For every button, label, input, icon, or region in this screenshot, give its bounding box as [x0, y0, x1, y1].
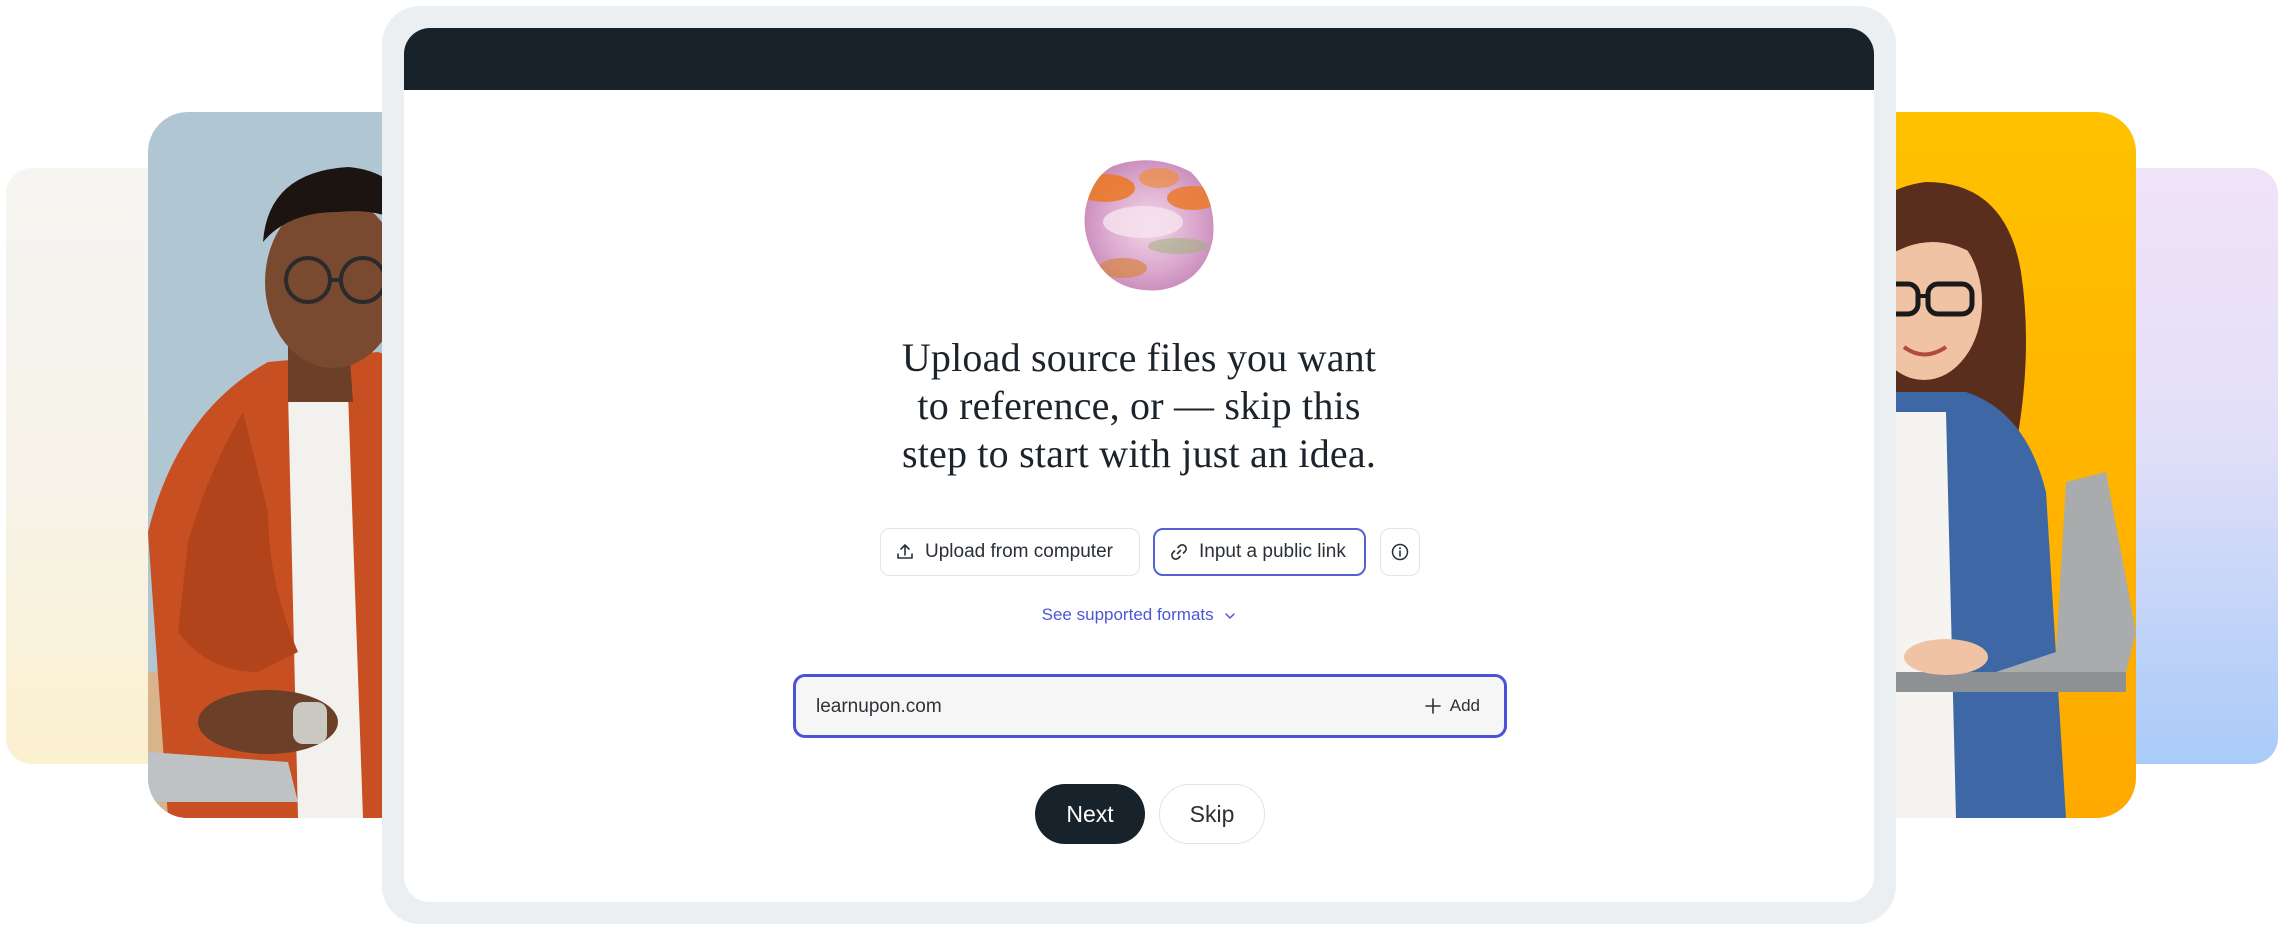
chevron-down-icon	[1225, 612, 1236, 619]
add-button-label: Add	[1449, 696, 1480, 715]
info-icon	[1391, 543, 1409, 561]
info-button[interactable]	[1380, 528, 1420, 576]
link-button-label: Input a public link	[1199, 541, 1346, 562]
see-supported-formats-link[interactable]: See supported formats	[1014, 605, 1264, 625]
add-link-button[interactable]: Add	[1424, 692, 1480, 720]
plus-icon	[1424, 698, 1441, 714]
page-headline: Upload source files you want to referenc…	[839, 334, 1439, 478]
upload-from-computer-button[interactable]: Upload from computer	[880, 528, 1140, 576]
public-link-input[interactable]	[814, 677, 1378, 737]
upload-button-label: Upload from computer	[925, 541, 1113, 562]
input-public-link-button[interactable]: Input a public link	[1153, 528, 1366, 576]
app-top-bar	[404, 28, 1874, 90]
link-icon	[1171, 544, 1187, 560]
public-link-field: Add	[793, 674, 1507, 738]
formats-link-label: See supported formats	[1041, 605, 1214, 624]
headline-line-1: Upload source files you want	[901, 335, 1377, 380]
headline-line-3: step to start with just an idea.	[901, 431, 1377, 476]
next-button[interactable]: Next	[1035, 784, 1145, 844]
app-screen: Upload source files you want to referenc…	[404, 28, 1874, 902]
flower-blob-image	[1084, 160, 1214, 291]
skip-button[interactable]: Skip	[1159, 784, 1265, 844]
headline-line-2: to reference, or — skip this	[917, 383, 1361, 428]
upload-icon	[897, 544, 913, 559]
